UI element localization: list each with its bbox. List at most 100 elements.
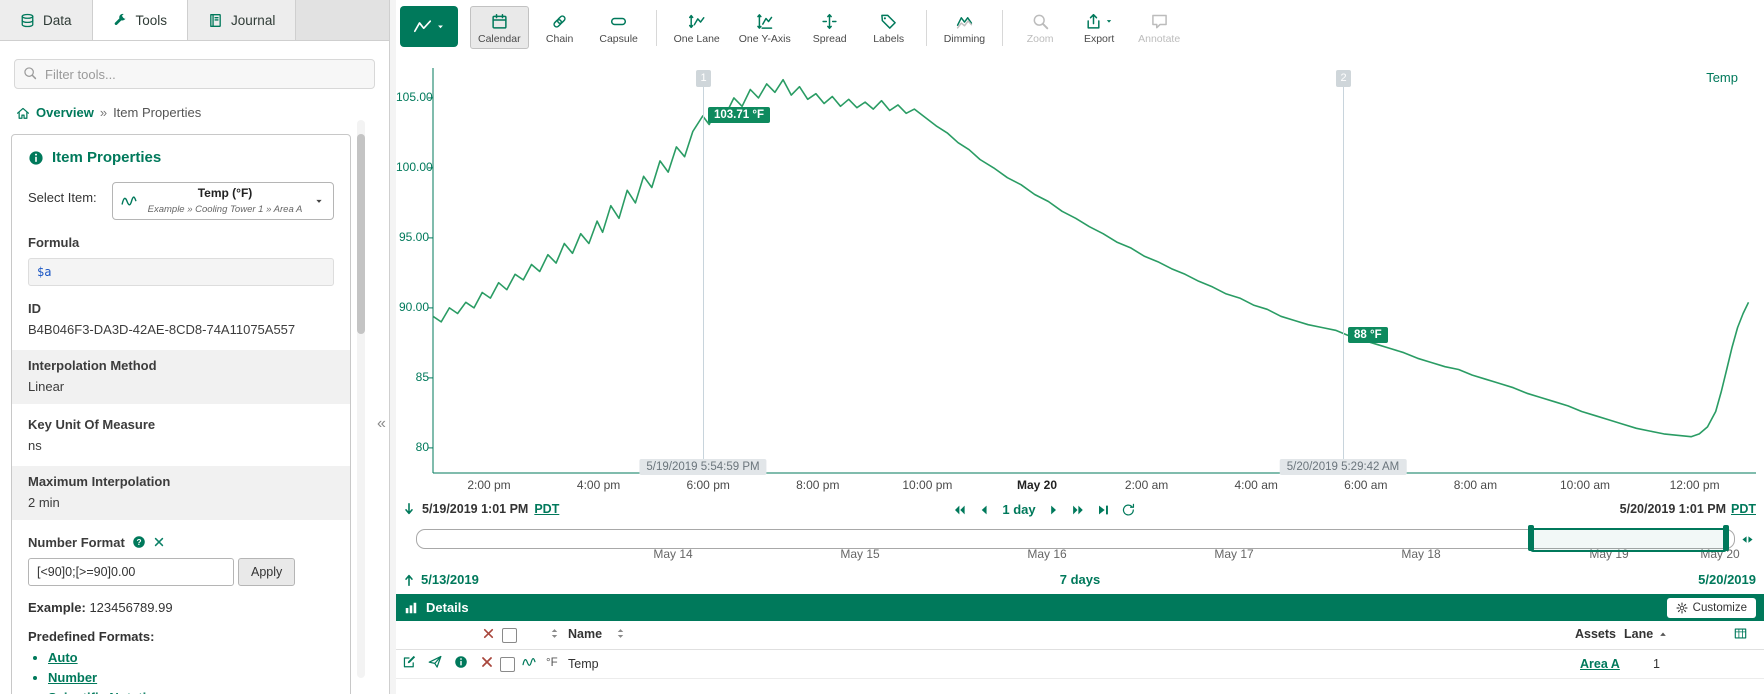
field-unit: Key Unit Of Measure ns [12, 404, 350, 453]
slider-duration[interactable]: 7 days [1060, 572, 1100, 587]
range-start-time[interactable]: 5/19/2019 1:01 PM [422, 502, 528, 516]
y-axis-tick-label: 105.00 [396, 90, 429, 104]
pan-forward-icon[interactable] [1047, 503, 1061, 517]
column-lane[interactable]: Lane [1624, 627, 1653, 641]
row-asset-link[interactable]: Area A [1580, 657, 1620, 671]
expand-range-icon[interactable] [1740, 532, 1755, 547]
pan-back-full-icon[interactable] [952, 503, 966, 517]
pan-back-icon[interactable] [977, 503, 991, 517]
filter-tools-input[interactable] [14, 59, 375, 89]
details-chart-icon [404, 601, 418, 615]
legend-temp[interactable]: Temp [1706, 70, 1738, 85]
field-interpolation: Interpolation Method Linear [12, 350, 350, 404]
range-end-time[interactable]: 5/20/2019 1:01 PM [1620, 502, 1726, 516]
cursor-line-2[interactable] [1343, 70, 1344, 474]
timezone-link[interactable]: PDT [1731, 502, 1756, 516]
breadcrumb-overview-link[interactable]: Overview [36, 105, 94, 120]
sidebar-scrollbar[interactable] [357, 120, 365, 678]
number-format-input[interactable] [28, 558, 234, 586]
pan-forward-full-icon[interactable] [1072, 503, 1086, 517]
pencil-square-icon[interactable] [402, 655, 416, 669]
row-lane: 1 [1644, 657, 1660, 671]
predefined-format-link[interactable]: Auto [48, 650, 78, 665]
trend-chart[interactable]: 105.00100.0095.0090.008580 2:00 pm4:00 p… [396, 0, 1764, 500]
tab-data[interactable]: Data [0, 0, 93, 40]
tab-tools[interactable]: Tools [93, 0, 189, 40]
info-icon[interactable] [454, 655, 468, 669]
remove-all-icon[interactable] [482, 627, 495, 640]
x-axis-tick-label: May 20 [992, 478, 1082, 492]
sort-ascending-icon [1658, 629, 1668, 639]
select-item-label: Select Item: [28, 182, 104, 220]
row-unit: °F [546, 657, 558, 669]
interpolation-value: Linear [28, 379, 334, 394]
interpolation-label: Interpolation Method [28, 358, 334, 373]
formula-value[interactable]: $a [28, 258, 334, 286]
signal-icon [522, 655, 536, 669]
field-number-format: Number Format ? Apply [12, 520, 350, 586]
unit-value: ns [28, 438, 334, 453]
sort-icon[interactable] [548, 627, 561, 640]
slider-end-date[interactable]: 5/20/2019 [1698, 572, 1756, 587]
cursor-line-1[interactable] [703, 70, 704, 474]
remove-item-icon[interactable] [480, 655, 494, 669]
number-format-label: Number Format [28, 535, 125, 550]
cursor-handle-1[interactable]: 1 [696, 70, 711, 87]
selected-range[interactable] [1530, 528, 1727, 552]
tab-label: Tools [136, 13, 168, 28]
customize-button[interactable]: Customize [1667, 598, 1756, 618]
predefined-format-link[interactable]: Scientific Notation [48, 690, 162, 694]
slider-tick-label: May 18 [1401, 547, 1440, 561]
svg-text:?: ? [136, 537, 141, 547]
clear-format-icon[interactable] [153, 536, 165, 548]
cursor-time-2: 5/20/2019 5:29:42 AM [1280, 459, 1407, 475]
start-arrow-down-icon[interactable] [402, 502, 416, 516]
item-select-dropdown[interactable]: Temp (°F) Example » Cooling Tower 1 » Ar… [112, 182, 334, 220]
wrench-icon [113, 13, 128, 28]
row-checkbox[interactable] [500, 657, 515, 672]
example-label: Example: [28, 600, 86, 615]
field-id: ID B4B046F3-DA3D-42AE-8CD8-74A11075A557 [12, 286, 350, 337]
range-handle-right[interactable] [1723, 525, 1729, 551]
column-name[interactable]: Name [568, 627, 602, 641]
range-handle-left[interactable] [1528, 525, 1534, 551]
details-table-row[interactable]: °F Temp Area A 1 [396, 650, 1764, 679]
predefined-format-item: Number [48, 670, 350, 685]
slider-start-date[interactable]: 5/13/2019 [421, 572, 479, 587]
chevron-down-icon [313, 195, 325, 207]
home-icon[interactable] [16, 106, 30, 120]
range-start-date: 5/13/2019 [402, 572, 479, 587]
collapse-sidebar-button[interactable]: « [374, 412, 389, 436]
auto-update-icon[interactable] [1122, 503, 1136, 517]
duration-label[interactable]: 1 day [1002, 502, 1035, 517]
predefined-format-item: Auto [48, 650, 350, 665]
tab-journal[interactable]: Journal [188, 0, 296, 40]
column-assets[interactable]: Assets [1575, 627, 1616, 641]
sidebar: DataToolsJournal Overview » Item Propert… [0, 0, 390, 694]
row-name: Temp [568, 657, 599, 671]
id-value: B4B046F3-DA3D-42AE-8CD8-74A11075A557 [28, 322, 334, 337]
breadcrumb-current: Item Properties [113, 105, 201, 120]
help-icon[interactable]: ? [132, 535, 146, 549]
chart-canvas [396, 0, 1764, 500]
slider-tick-label: May 14 [653, 547, 692, 561]
predefined-format-link[interactable]: Number [48, 670, 97, 685]
slider-tick-label: May 17 [1214, 547, 1253, 561]
unit-label: Key Unit Of Measure [28, 417, 334, 432]
apply-button[interactable]: Apply [238, 558, 295, 586]
scrollbar-thumb[interactable] [357, 134, 365, 334]
start-arrow-up-icon[interactable] [402, 573, 416, 587]
add-column-icon[interactable] [1734, 627, 1747, 640]
paper-plane-icon[interactable] [428, 655, 442, 669]
sort-icon[interactable] [614, 627, 627, 640]
customize-label: Customize [1693, 602, 1747, 614]
cursor-time-1: 5/19/2019 5:54:59 PM [639, 459, 766, 475]
field-formula: Formula [12, 220, 350, 250]
step-to-now-icon[interactable] [1097, 503, 1111, 517]
panel-title: Item Properties [52, 149, 161, 166]
cursor-handle-2[interactable]: 2 [1336, 70, 1351, 87]
select-all-checkbox[interactable] [502, 628, 517, 643]
field-max-interpolation: Maximum Interpolation 2 min [12, 466, 350, 520]
timezone-link[interactable]: PDT [534, 502, 559, 516]
example-value: 123456789.99 [89, 600, 172, 615]
